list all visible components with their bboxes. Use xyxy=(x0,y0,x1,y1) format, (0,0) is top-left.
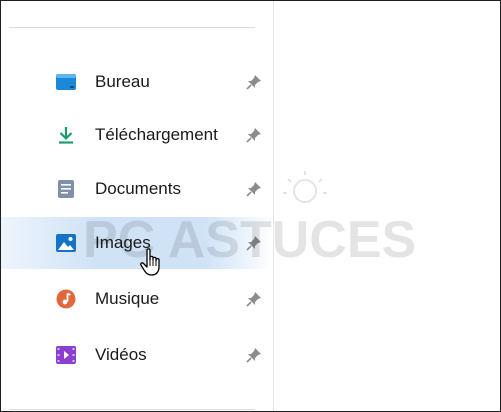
explorer-window: Bureau Téléchargement Documents Images M… xyxy=(0,0,501,412)
separator xyxy=(9,409,255,410)
pin-icon[interactable] xyxy=(245,234,263,252)
music-icon xyxy=(56,289,76,309)
sidebar-item-label: Musique xyxy=(95,289,160,308)
content-pane[interactable] xyxy=(274,1,500,411)
sidebar-item-videos[interactable]: Vidéos xyxy=(1,329,273,381)
sidebar-item-documents[interactable]: Documents xyxy=(1,163,273,215)
sidebar-item-label: Documents xyxy=(95,179,181,198)
document-icon xyxy=(56,179,76,199)
pin-icon[interactable] xyxy=(245,346,263,364)
desktop-icon xyxy=(56,72,76,92)
sidebar-item-label: Images xyxy=(95,233,151,252)
pin-icon[interactable] xyxy=(245,180,263,198)
videos-icon xyxy=(56,345,76,365)
pin-icon[interactable] xyxy=(245,290,263,308)
pictures-icon xyxy=(56,233,76,253)
sidebar-item-telechargement[interactable]: Téléchargement xyxy=(1,109,273,161)
pin-icon[interactable] xyxy=(245,73,263,91)
sidebar-item-label: Téléchargement xyxy=(95,125,218,144)
separator xyxy=(9,27,255,28)
download-icon xyxy=(56,125,76,145)
sidebar-item-bureau[interactable]: Bureau xyxy=(1,56,273,108)
sidebar-item-musique[interactable]: Musique xyxy=(1,273,273,325)
pin-icon[interactable] xyxy=(245,126,263,144)
navigation-pane: Bureau Téléchargement Documents Images M… xyxy=(1,1,273,411)
sidebar-item-label: Bureau xyxy=(95,72,150,91)
sidebar-item-label: Vidéos xyxy=(95,345,147,364)
sidebar-item-images[interactable]: Images xyxy=(1,217,273,269)
